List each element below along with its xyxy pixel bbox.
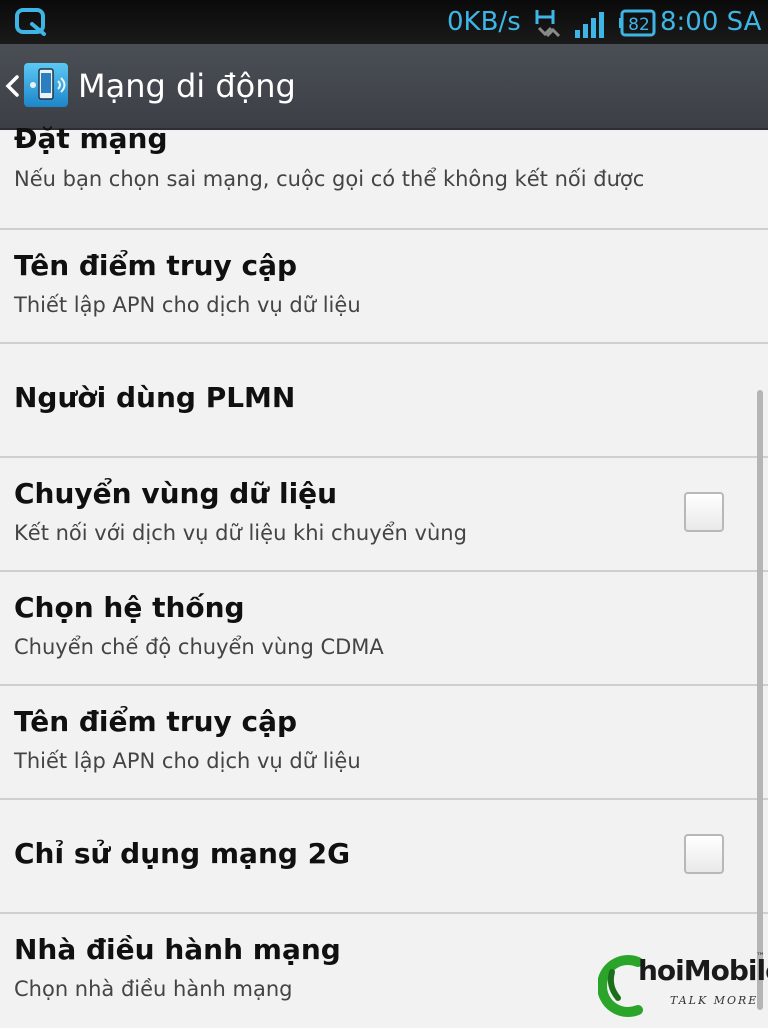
clock: 8:00 SA <box>660 7 762 37</box>
battery-icon: 82 <box>619 9 656 37</box>
scrollbar[interactable] <box>757 390 763 1010</box>
setting-summary: Chuyển chế độ chuyển vùng CDMA <box>14 635 384 659</box>
setting-data-roaming[interactable]: Chuyển vùng dữ liệu Kết nối với dịch vụ … <box>0 458 768 572</box>
mobile-network-icon[interactable] <box>22 61 70 109</box>
setting-system-select[interactable]: Chọn hệ thống Chuyển chế độ chuyển vùng … <box>0 572 768 686</box>
setting-access-point-names-2[interactable]: Tên điểm truy cập Thiết lập APN cho dịch… <box>0 686 768 800</box>
network-speed: 0KB/s <box>447 7 521 37</box>
data-roaming-checkbox[interactable] <box>684 492 724 532</box>
setting-2g-only[interactable]: Chỉ sử dụng mạng 2G <box>0 800 768 914</box>
chevron-left-icon[interactable] <box>4 74 20 98</box>
setting-title: Chuyển vùng dữ liệu <box>14 477 338 510</box>
setting-title: Tên điểm truy cập <box>14 705 298 738</box>
setting-title: Đặt mạng <box>14 122 168 155</box>
setting-summary: Nếu bạn chọn sai mạng, cuộc gọi có thể k… <box>14 167 645 191</box>
setting-summary: Chọn nhà điều hành mạng <box>14 977 293 1001</box>
setting-title: Chọn hệ thống <box>14 591 245 624</box>
setting-title: Nhà điều hành mạng <box>14 933 341 966</box>
q-notification-icon <box>15 8 46 36</box>
2g-only-checkbox[interactable] <box>684 834 724 874</box>
signal-strength-icon <box>575 12 604 38</box>
watermark-tm: ™ <box>756 952 765 962</box>
page-title: Mạng di động <box>78 67 296 105</box>
choimobile-watermark-logo: hoiMobile TALK MORE ™ <box>598 952 768 1018</box>
status-bar: 0KB/s 82 8:00 SA <box>0 0 768 44</box>
setting-summary: Thiết lập APN cho dịch vụ dữ liệu <box>14 749 361 773</box>
setting-access-point-names[interactable]: Tên điểm truy cập Thiết lập APN cho dịch… <box>0 230 768 344</box>
setting-title: Chỉ sử dụng mạng 2G <box>14 837 351 870</box>
battery-level: 82 <box>628 15 650 35</box>
setting-summary: Kết nối với dịch vụ dữ liệu khi chuyển v… <box>14 521 467 545</box>
setting-plmn-users[interactable]: Người dùng PLMN <box>0 344 768 458</box>
watermark-tagline: TALK MORE <box>670 994 759 1007</box>
watermark-brand: hoiMobile <box>638 954 768 987</box>
setting-title: Tên điểm truy cập <box>14 249 298 282</box>
setting-title: Người dùng PLMN <box>14 381 296 414</box>
data-transfer-icon <box>535 10 561 38</box>
setting-summary: Thiết lập APN cho dịch vụ dữ liệu <box>14 293 361 317</box>
setting-network-mode[interactable]: Đặt mạng Nếu bạn chọn sai mạng, cuộc gọi… <box>0 116 768 230</box>
